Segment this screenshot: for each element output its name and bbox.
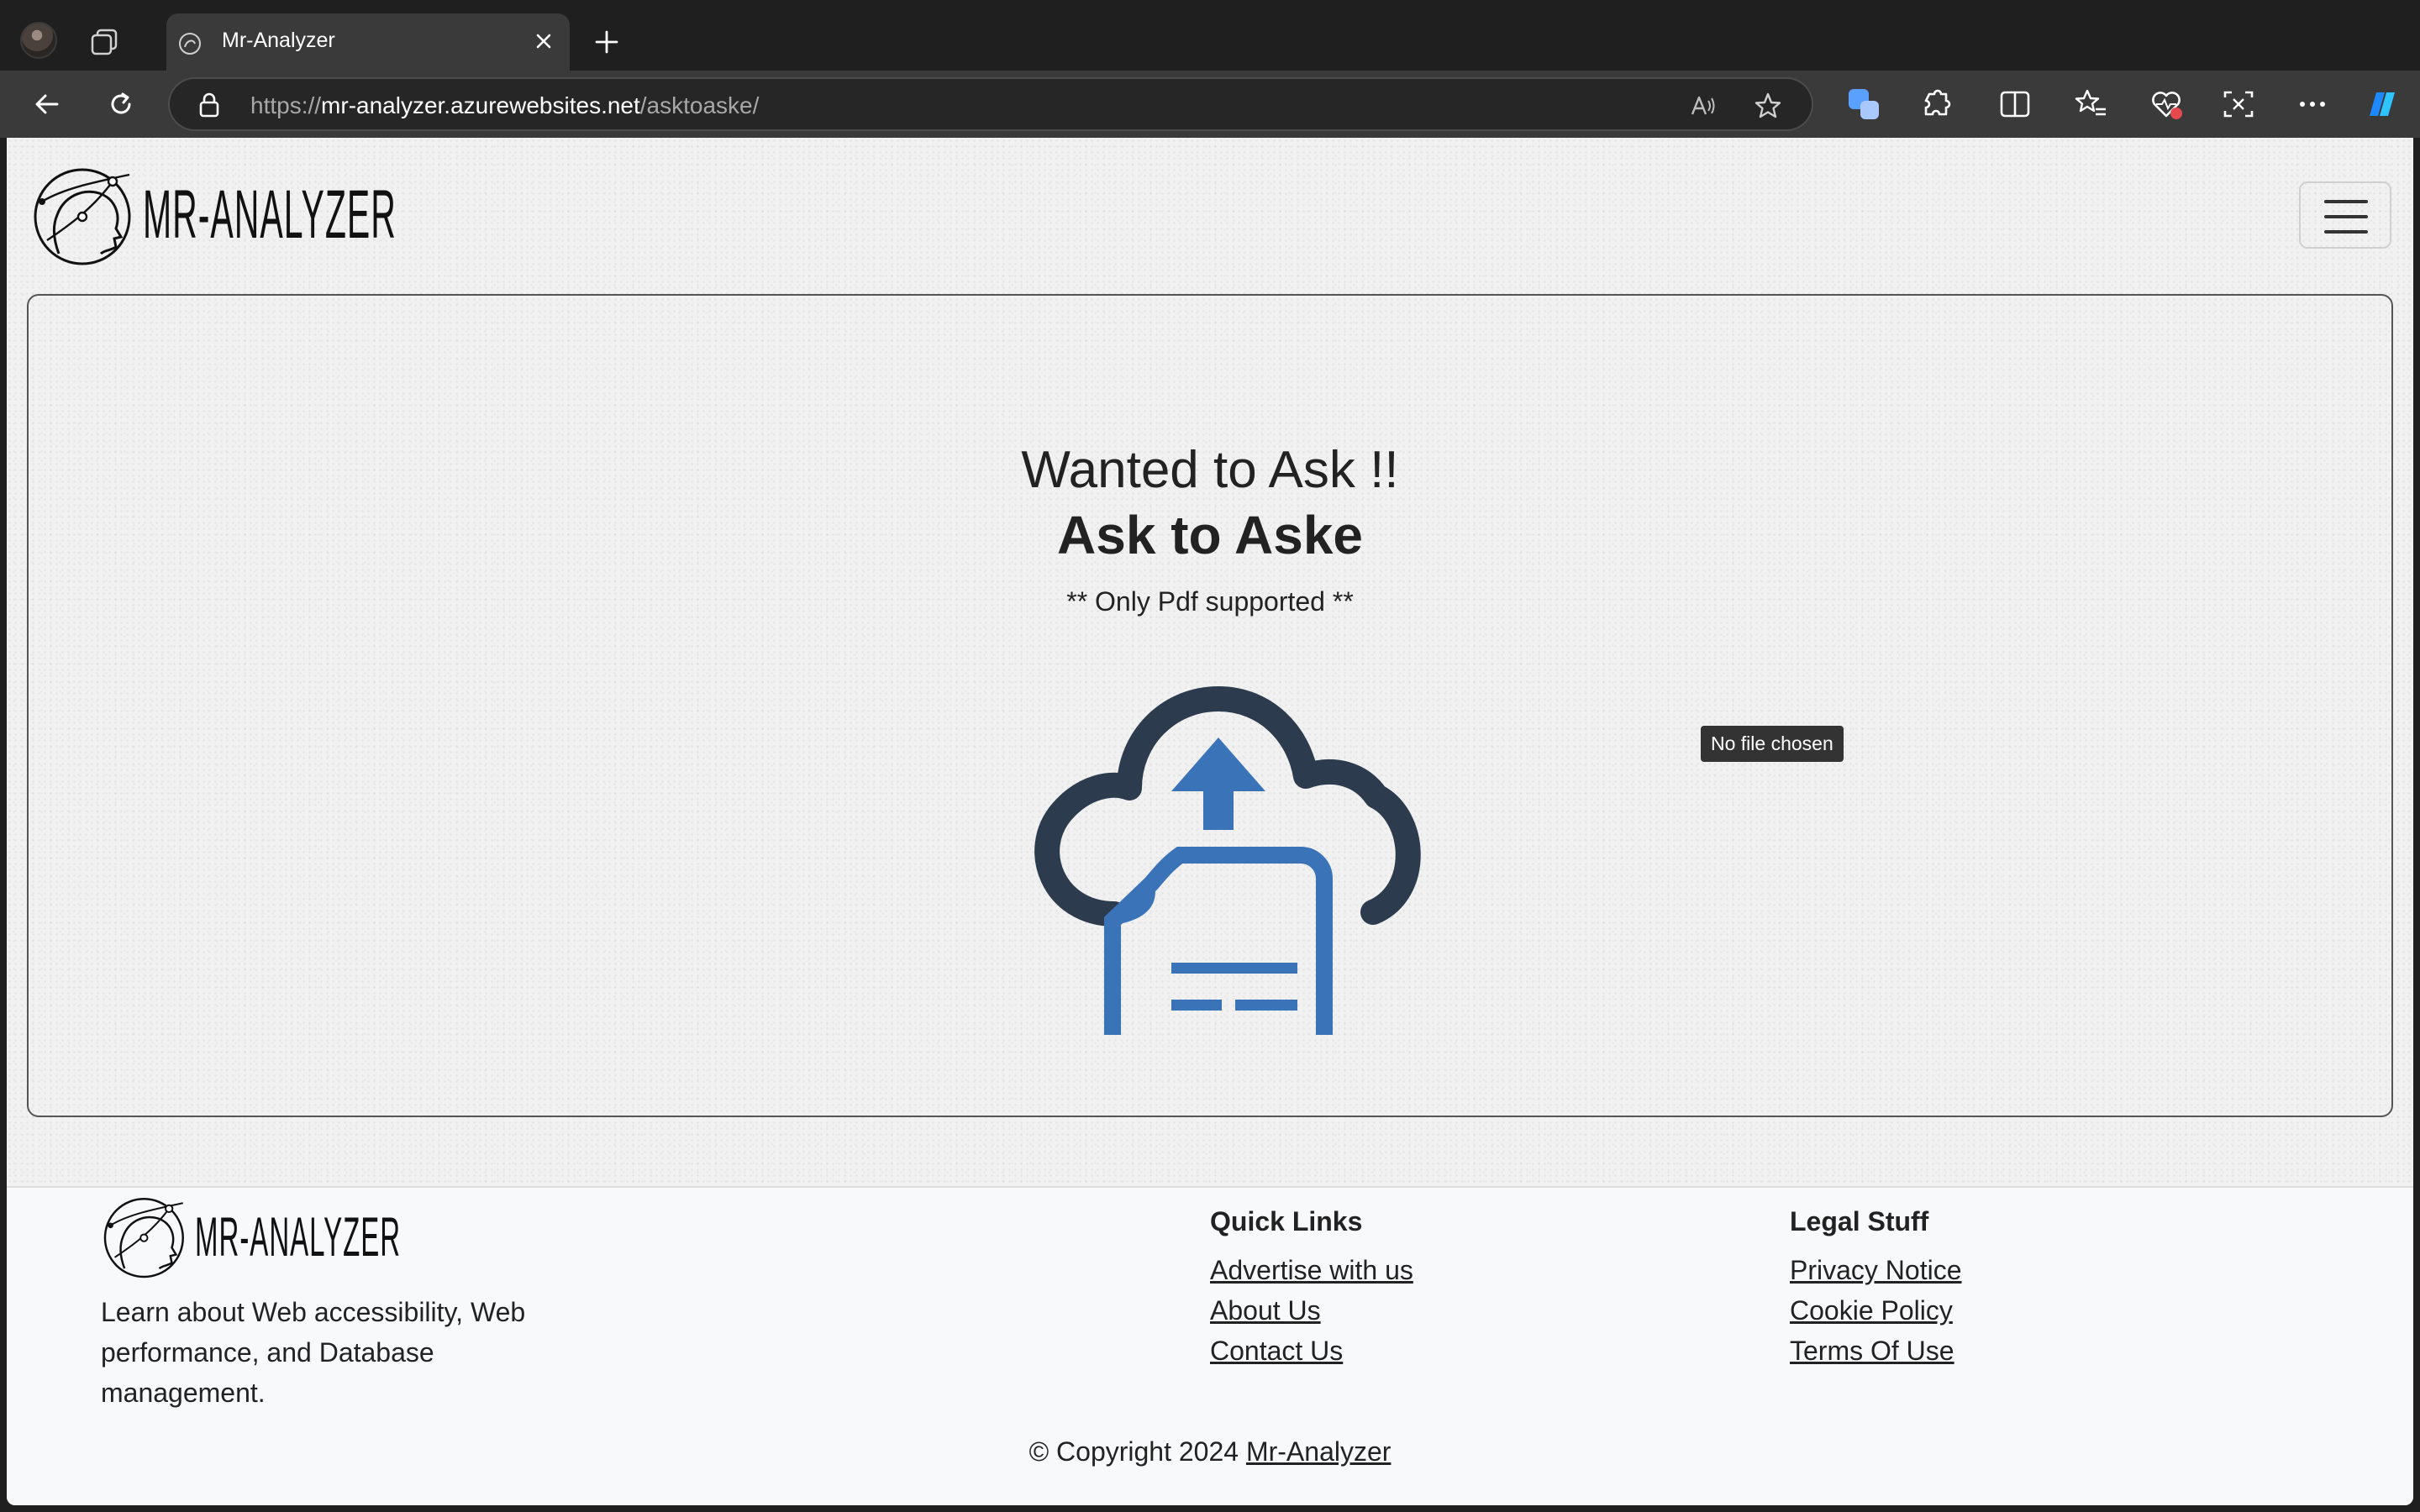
- browser-essentials-icon[interactable]: [2148, 86, 2185, 123]
- copyright-text: © Copyright 2024: [1028, 1436, 1239, 1467]
- address-bar[interactable]: https://mr-analyzer.azurewebsites.net/as…: [168, 77, 1813, 131]
- menu-toggle-button[interactable]: [2299, 181, 2391, 249]
- new-tab-icon[interactable]: [590, 25, 623, 59]
- site-logo[interactable]: MR-ANALYZER: [30, 163, 650, 267]
- link-about-us[interactable]: About Us: [1210, 1295, 1321, 1326]
- back-icon[interactable]: [29, 86, 66, 123]
- refresh-icon[interactable]: [103, 86, 139, 123]
- page-heading: Wanted to Ask !!: [1021, 441, 1399, 499]
- read-aloud-icon[interactable]: [1687, 91, 1718, 121]
- browser-tab-bar: Mr-Analyzer: [0, 0, 2420, 71]
- link-privacy-notice[interactable]: Privacy Notice: [1790, 1255, 1962, 1286]
- analyzer-head-logo-icon: [34, 168, 131, 265]
- screenshot-icon[interactable]: [2220, 86, 2257, 123]
- quick-links-heading: Quick Links: [1210, 1206, 1363, 1236]
- browser-toolbar: https://mr-analyzer.azurewebsites.net/as…: [0, 71, 2420, 138]
- profile-avatar[interactable]: [20, 22, 57, 59]
- hamburger-line: [2324, 230, 2368, 234]
- copyright-link[interactable]: Mr-Analyzer: [1246, 1436, 1391, 1467]
- footer-description: Learn about Web accessibility, Web perfo…: [101, 1297, 526, 1408]
- footer-brand-name: MR-ANALYZER: [195, 1205, 402, 1268]
- extensions-icon[interactable]: [1918, 86, 1954, 123]
- analyzer-head-logo-icon: [103, 1198, 184, 1278]
- upload-panel: Wanted to Ask !! Ask to Aske ** Only Pdf…: [27, 294, 2393, 1117]
- split-screen-icon[interactable]: [1996, 86, 2033, 123]
- site-favicon-icon: [179, 33, 201, 55]
- page-subheading: Ask to Aske: [1057, 505, 1363, 565]
- link-advertise[interactable]: Advertise with us: [1210, 1255, 1413, 1286]
- copilot-icon[interactable]: [2363, 86, 2400, 123]
- legal-heading: Legal Stuff: [1790, 1206, 1929, 1236]
- link-terms-of-use[interactable]: Terms Of Use: [1790, 1336, 1954, 1367]
- favorite-star-icon[interactable]: [1753, 91, 1783, 121]
- supported-format-note: ** Only Pdf supported **: [1066, 586, 1354, 617]
- favorites-icon[interactable]: [2072, 86, 2109, 123]
- tab-actions-icon[interactable]: [87, 25, 121, 59]
- close-tab-icon[interactable]: [531, 29, 556, 54]
- upload-file-icon[interactable]: [1003, 640, 1440, 1035]
- copyright: © Copyright 2024 Mr-Analyzer: [7, 1436, 2413, 1467]
- link-contact-us[interactable]: Contact Us: [1210, 1336, 1343, 1367]
- extension-copilot-icon[interactable]: [1845, 86, 1882, 123]
- link-cookie-policy[interactable]: Cookie Policy: [1790, 1295, 1953, 1326]
- hamburger-line: [2324, 200, 2368, 203]
- url-text: https://mr-analyzer.azurewebsites.net/as…: [250, 92, 760, 118]
- hamburger-line: [2324, 215, 2368, 218]
- brand-name: MR-ANALYZER: [143, 176, 397, 253]
- more-options-icon[interactable]: [2294, 86, 2331, 123]
- file-input-tooltip: No file chosen: [1701, 726, 1844, 762]
- site-footer: MR-ANALYZER Learn about Web accessibilit…: [7, 1186, 2413, 1505]
- tab-title: Mr-Analyzer: [222, 29, 335, 52]
- web-page: MR-ANALYZER Wanted to Ask !! Ask to Aske…: [7, 138, 2413, 1505]
- lock-icon[interactable]: [195, 91, 224, 119]
- footer-logo[interactable]: MR-ANALYZER: [101, 1193, 607, 1280]
